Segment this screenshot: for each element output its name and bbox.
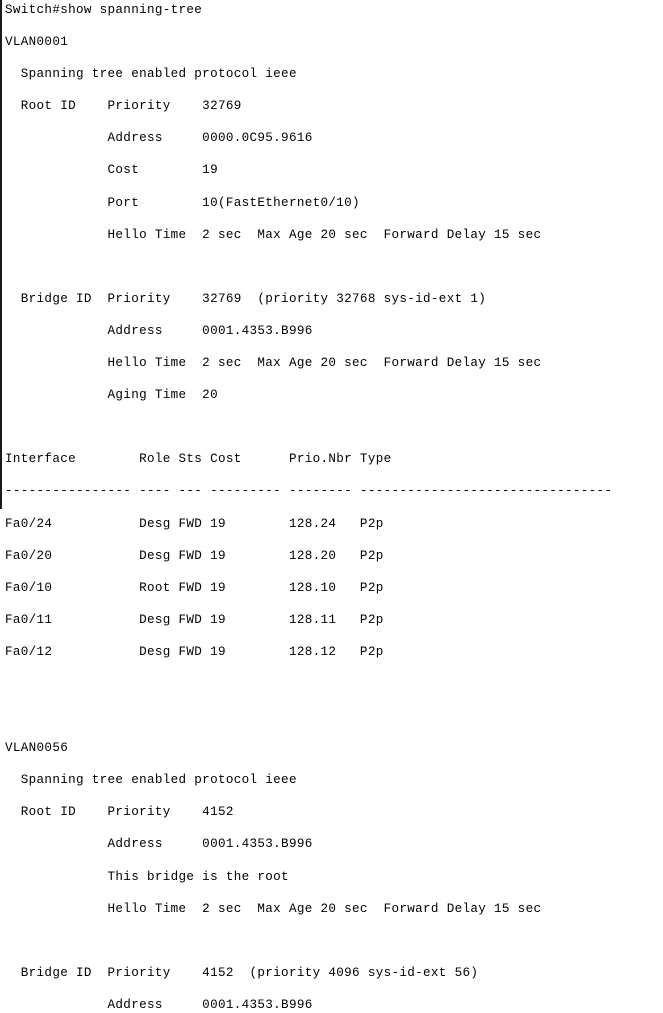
vlan0001-root-address: Address 0000.0C95.9616 [5, 131, 313, 146]
blank-line-1 [5, 259, 612, 275]
blank-line-4 [5, 708, 612, 724]
vlan0001-root-timers: Hello Time 2 sec Max Age 20 sec Forward … [5, 227, 542, 242]
vlan0001-bridge-aging-time: Aging Time 20 [5, 388, 218, 403]
blank-line-2 [5, 419, 612, 435]
vlan0001-root-priority: Root ID Priority 32769 [5, 99, 242, 114]
prompt-line: Switch#show spanning-tree [5, 3, 203, 17]
vlan0056-root-note: This bridge is the root [5, 869, 289, 884]
vlan0056-root-address: Address 0001.4353.B996 [5, 837, 313, 852]
table-row: Fa0/12 Desg FWD 19 128.12 P2p [5, 644, 384, 659]
vlan0056-protocol-line: Spanning tree enabled protocol ieee [5, 773, 297, 788]
interface-table-header: Interface Role Sts Cost Prio.Nbr Type [5, 452, 392, 467]
vlan0056-root-timers: Hello Time 2 sec Max Age 20 sec Forward … [5, 901, 542, 916]
vlan0056-bridge-address: Address 0001.4353.B996 [5, 997, 313, 1012]
table-row: Fa0/11 Desg FWD 19 128.11 P2p [5, 612, 384, 627]
vlan0001-header: VLAN0001 [5, 35, 69, 50]
vlan0056-root-priority: Root ID Priority 4152 [5, 805, 234, 820]
vlan0001-bridge-timers: Hello Time 2 sec Max Age 20 sec Forward … [5, 356, 542, 371]
vlan0056-header: VLAN0056 [5, 741, 69, 756]
vlan0001-bridge-address: Address 0001.4353.B996 [5, 323, 313, 338]
interface-table-separator: ---------------- ---- --- --------- ----… [5, 484, 613, 499]
table-row: Fa0/10 Root FWD 19 128.10 P2p [5, 580, 384, 595]
terminal-window[interactable]: Switch#show spanning-tree VLAN0001 Spann… [0, 0, 663, 1012]
table-row: Fa0/24 Desg FWD 19 128.24 P2p [5, 516, 384, 531]
blank-line-3 [5, 676, 612, 692]
vlan0001-root-cost: Cost 19 [5, 163, 218, 178]
vlan0056-bridge-priority: Bridge ID Priority 4152 (priority 4096 s… [5, 965, 479, 980]
table-row: Fa0/20 Desg FWD 19 128.20 P2p [5, 548, 384, 563]
vlan0001-bridge-priority: Bridge ID Priority 32769 (priority 32768… [5, 291, 487, 306]
vlan0001-protocol-line: Spanning tree enabled protocol ieee [5, 67, 297, 82]
vlan0001-root-port: Port 10(FastEthernet0/10) [5, 195, 360, 210]
console-output[interactable]: Switch#show spanning-tree VLAN0001 Spann… [5, 2, 612, 1013]
blank-line-5 [5, 933, 612, 949]
